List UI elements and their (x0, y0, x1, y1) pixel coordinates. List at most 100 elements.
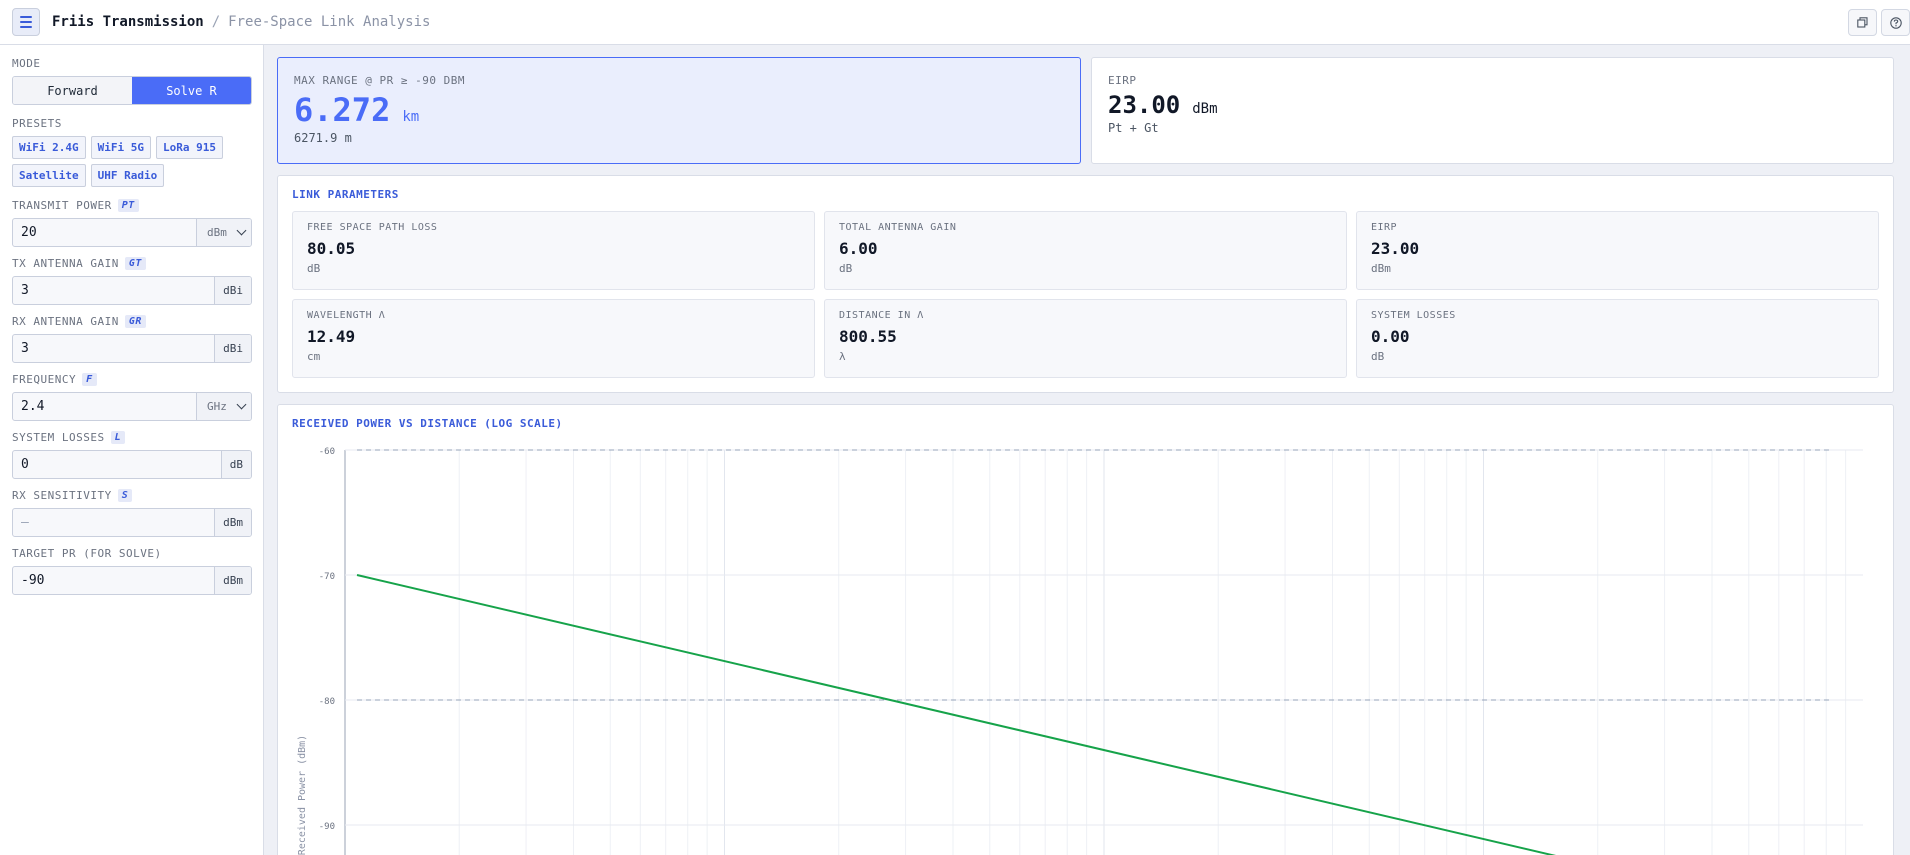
system-losses-field: 0 dB (12, 450, 252, 479)
y-tick-label: -60 (319, 447, 335, 457)
param-unit: dBm (1371, 262, 1391, 275)
frequency-field: 2.4 GHz (12, 392, 252, 421)
breadcrumb-separator: / (211, 14, 221, 30)
rx-sensitivity-unit: dBm (214, 509, 251, 536)
rx-gain-input[interactable]: 3 (13, 335, 214, 362)
page-subtitle: Free-Space Link Analysis (228, 14, 431, 30)
transmit-power-symbol: PT (117, 198, 139, 212)
rx-gain-label: RX ANTENNA GAIN GR (12, 313, 251, 329)
frequency-symbol: F (82, 372, 97, 386)
eirp-formula: Pt + Gt (1108, 121, 1159, 135)
mode-solve-button[interactable]: Solve R (132, 77, 251, 104)
transmit-power-field: 20 dBm (12, 218, 252, 247)
preset-list: WiFi 2.4G WiFi 5G LoRa 915 Satellite UHF… (12, 136, 252, 187)
param-value: 6.00 (839, 239, 878, 258)
system-losses-label: SYSTEM LOSSES L (12, 429, 251, 445)
param-label: DISTANCE IN λ (839, 310, 924, 321)
param-cell-system-losses: SYSTEM LOSSES 0.00 dB (1356, 299, 1879, 378)
system-losses-unit: dB (220, 451, 251, 478)
received-power-chart-panel: RECEIVED POWER VS DISTANCE (LOG SCALE) -… (277, 404, 1894, 855)
max-range-unit: km (402, 109, 420, 125)
transmit-power-label: TRANSMIT POWER PT (12, 197, 251, 213)
max-range-meters: 6271.9 m (294, 131, 352, 145)
param-label: EIRP (1371, 222, 1398, 233)
param-label: SYSTEM LOSSES (1371, 310, 1456, 321)
target-pr-unit: dBm (214, 567, 251, 594)
param-cell-wavelength: WAVELENGTH λ 12.49 cm (292, 299, 815, 378)
copy-icon[interactable] (1848, 9, 1877, 36)
param-cell-distance-lambda: DISTANCE IN λ 800.55 λ (824, 299, 1347, 378)
preset-uhf-radio-button[interactable]: UHF Radio (90, 164, 165, 187)
mode-label: MODE (12, 56, 41, 70)
target-pr-label: TARGET PR (FOR SOLVE) (12, 545, 251, 561)
eirp-unit: dBm (1192, 101, 1218, 117)
rx-gain-label-text: RX ANTENNA GAIN (12, 314, 119, 328)
param-label: FREE SPACE PATH LOSS (307, 222, 438, 233)
tx-gain-label-text: TX ANTENNA GAIN (12, 256, 119, 270)
link-parameters-title: LINK PARAMETERS (292, 188, 399, 201)
target-pr-input[interactable]: -90 (13, 567, 214, 594)
param-unit: dB (839, 262, 853, 275)
param-unit: cm (307, 350, 321, 363)
app-title: Friis Transmission (52, 14, 204, 30)
target-pr-field: -90 dBm (12, 566, 252, 595)
param-cell-total-gain: TOTAL ANTENNA GAIN 6.00 dB (824, 211, 1347, 290)
transmit-power-unit-select[interactable]: dBm (196, 219, 251, 246)
eirp-label: EIRP (1108, 74, 1137, 87)
tx-gain-label: TX ANTENNA GAIN GT (12, 255, 251, 271)
tx-gain-unit: dBi (214, 277, 251, 304)
presets-label: PRESETS (12, 116, 62, 130)
top-bar: Friis Transmission / Free-Space Link Ana… (0, 0, 1910, 45)
param-unit: dB (1371, 350, 1385, 363)
param-value: 23.00 (1371, 239, 1420, 258)
param-value: 12.49 (307, 327, 356, 346)
rx-sensitivity-field: — dBm (12, 508, 252, 537)
target-pr-label-text: TARGET PR (FOR SOLVE) (12, 546, 162, 560)
frequency-label-text: FREQUENCY (12, 372, 77, 386)
y-tick-label: -90 (319, 822, 335, 832)
max-range-label: MAX RANGE @ PR ≥ -90 DBM (294, 74, 465, 87)
param-value: 800.55 (839, 327, 897, 346)
rx-sensitivity-symbol: S (117, 488, 133, 502)
transmit-power-input[interactable]: 20 (13, 219, 196, 246)
max-range-value: 6.272 (294, 91, 391, 129)
rx-sensitivity-label-text: RX SENSITIVITY (12, 488, 112, 502)
menu-icon[interactable] (12, 8, 40, 36)
frequency-unit: GHz (207, 400, 227, 413)
preset-lora-915-button[interactable]: LoRa 915 (155, 136, 223, 159)
rx-gain-unit: dBi (214, 335, 251, 362)
frequency-label: FREQUENCY F (12, 371, 251, 387)
rx-sensitivity-input[interactable]: — (13, 509, 214, 536)
preset-wifi-5g-button[interactable]: WiFi 5G (90, 136, 151, 159)
param-unit: dB (307, 262, 321, 275)
transmit-power-unit: dBm (207, 226, 227, 239)
eirp-card: EIRP 23.00 dBm Pt + Gt (1091, 57, 1894, 164)
preset-wifi-24g-button[interactable]: WiFi 2.4G (12, 136, 86, 159)
tx-gain-field: 3 dBi (12, 276, 252, 305)
received-power-chart: -60 -70 -80 -90 Received Power (dBm) (297, 447, 1863, 855)
param-cell-fspl: FREE SPACE PATH LOSS 80.05 dB (292, 211, 815, 290)
y-tick-label: -70 (319, 572, 335, 582)
tx-gain-symbol: GT (124, 256, 146, 270)
rx-gain-field: 3 dBi (12, 334, 252, 363)
chevron-down-icon (236, 399, 247, 410)
param-unit: λ (839, 350, 846, 363)
max-range-card: MAX RANGE @ PR ≥ -90 DBM 6.272 km 6271.9… (277, 57, 1081, 164)
param-label: WAVELENGTH λ (307, 310, 386, 321)
help-icon[interactable] (1881, 9, 1910, 36)
system-losses-input[interactable]: 0 (13, 451, 221, 478)
preset-satellite-button[interactable]: Satellite (12, 164, 86, 187)
y-tick-label: -80 (319, 697, 335, 707)
frequency-input[interactable]: 2.4 (13, 393, 196, 420)
link-parameters-panel: LINK PARAMETERS FREE SPACE PATH LOSS 80.… (277, 175, 1894, 393)
tx-gain-input[interactable]: 3 (13, 277, 214, 304)
system-losses-label-text: SYSTEM LOSSES (12, 430, 105, 444)
sidebar: MODE Forward Solve R PRESETS WiFi 2.4G W… (0, 45, 264, 855)
transmit-power-label-text: TRANSMIT POWER (12, 198, 112, 212)
y-axis-label: Received Power (dBm) (297, 735, 308, 855)
mode-forward-button[interactable]: Forward (13, 77, 132, 104)
rx-sensitivity-label: RX SENSITIVITY S (12, 487, 251, 503)
eirp-value: 23.00 (1108, 91, 1181, 119)
frequency-unit-select[interactable]: GHz (196, 393, 251, 420)
chevron-down-icon (236, 225, 247, 236)
